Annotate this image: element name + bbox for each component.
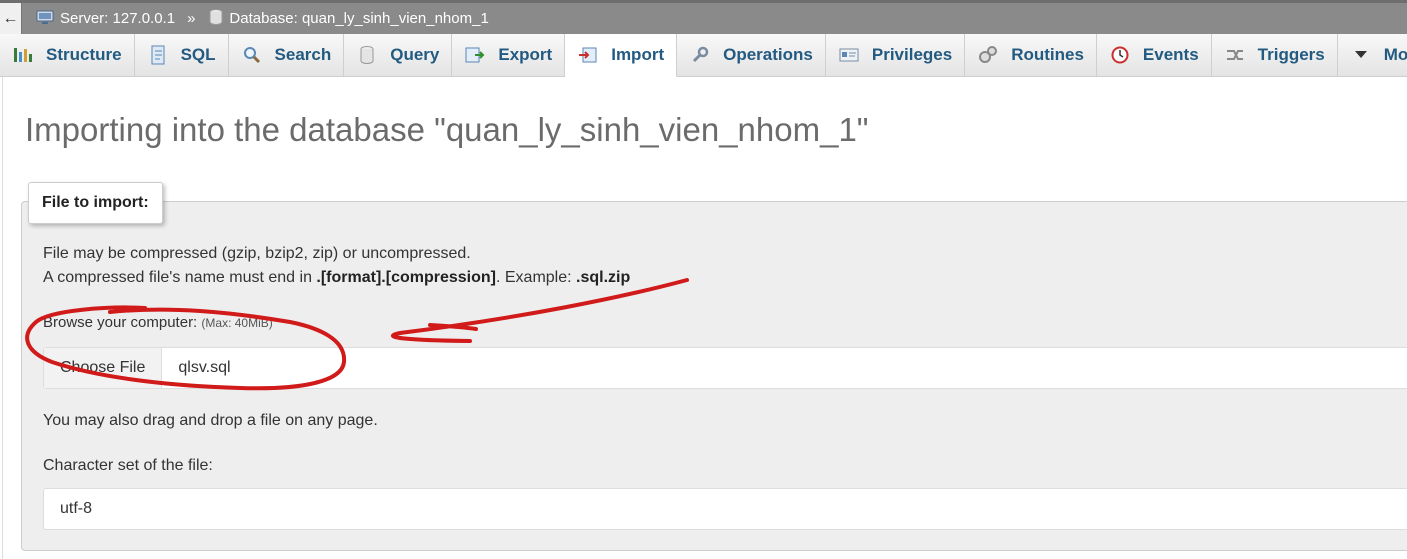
database-icon	[209, 8, 223, 29]
tab-sql-label: SQL	[180, 45, 216, 64]
tab-export-label: Export	[498, 45, 553, 64]
info-mid: . Example:	[495, 269, 577, 286]
tab-privileges-label: Privileges	[871, 45, 953, 64]
structure-icon	[12, 44, 34, 66]
info-format: .[format].[compression]	[316, 269, 496, 286]
export-icon	[464, 44, 486, 66]
tab-search-label: Search	[274, 45, 332, 64]
query-icon	[356, 44, 378, 66]
info-prefix: A compressed file's name must end in	[43, 269, 317, 286]
fieldset-legend: File to import:	[28, 182, 163, 224]
sql-icon	[147, 44, 169, 66]
tab-routines-label: Routines	[1011, 45, 1084, 64]
breadcrumb-server[interactable]: Server: 127.0.0.1	[36, 9, 175, 29]
import-icon	[577, 44, 599, 66]
charset-label: Character set of the file:	[43, 457, 213, 474]
tab-privileges[interactable]: Privileges	[825, 34, 966, 76]
tab-import-label: Import	[611, 45, 665, 64]
selected-file-name: qlsv.sql	[178, 359, 231, 376]
tab-triggers-label: Triggers	[1257, 45, 1325, 64]
routines-icon	[977, 44, 999, 66]
main-content: Importing into the database "quan_ly_sin…	[2, 77, 1407, 559]
tab-structure[interactable]: Structure	[0, 34, 135, 76]
tab-operations[interactable]: Operations	[677, 34, 826, 76]
browse-label-text: Browse your computer:	[43, 314, 198, 331]
drag-drop-hint: You may also drag and drop a file on any…	[43, 412, 378, 429]
tab-sql[interactable]: SQL	[134, 34, 229, 76]
breadcrumb-database-label: Database: quan_ly_sinh_vien_nhom_1	[229, 10, 489, 27]
tab-query-label: Query	[390, 45, 440, 64]
tab-export[interactable]: Export	[452, 34, 566, 76]
back-button[interactable]: ←	[0, 3, 22, 34]
compression-name-info: A compressed file's name must end in .[f…	[43, 269, 630, 287]
breadcrumb-separator: »	[187, 10, 196, 27]
search-icon	[241, 44, 263, 66]
tab-query[interactable]: Query	[344, 34, 453, 76]
charset-select[interactable]: utf-8	[43, 488, 1407, 530]
breadcrumb-database[interactable]: Database: quan_ly_sinh_vien_nhom_1	[209, 8, 489, 29]
info-example: .sql.zip	[576, 269, 631, 286]
clock-icon	[1109, 44, 1131, 66]
tab-structure-label: Structure	[46, 45, 122, 64]
tab-more-label: More	[1383, 45, 1407, 64]
chevron-down-icon	[1350, 44, 1372, 66]
wrench-icon	[689, 44, 711, 66]
tab-events-label: Events	[1142, 45, 1199, 64]
compression-info: File may be compressed (gzip, bzip2, zip…	[43, 245, 471, 262]
file-input[interactable]: Choose File qlsv.sql	[43, 347, 1407, 389]
server-icon	[36, 9, 54, 29]
choose-file-button[interactable]: Choose File	[44, 348, 163, 388]
tab-events[interactable]: Events	[1096, 34, 1212, 76]
tab-operations-label: Operations	[723, 45, 813, 64]
breadcrumb: ← Server: 127.0.0.1 » Database: quan_ly_…	[0, 0, 1407, 34]
browse-label: Browse your computer: (Max: 40MiB)	[43, 314, 273, 331]
page-title: Importing into the database "quan_ly_sin…	[25, 111, 869, 148]
charset-value: utf-8	[60, 500, 93, 517]
privileges-icon	[838, 44, 860, 66]
breadcrumb-server-label: Server: 127.0.0.1	[60, 10, 176, 27]
tab-search[interactable]: Search	[228, 34, 345, 76]
triggers-icon	[1224, 44, 1246, 66]
tab-triggers[interactable]: Triggers	[1211, 34, 1338, 76]
tab-more[interactable]: More	[1337, 34, 1407, 76]
tab-routines[interactable]: Routines	[965, 34, 1097, 76]
browse-max-size: (Max: 40MiB)	[201, 316, 273, 330]
tab-import[interactable]: Import	[565, 34, 678, 77]
tab-bar: Structure SQL Search Query Export Import	[0, 34, 1407, 77]
